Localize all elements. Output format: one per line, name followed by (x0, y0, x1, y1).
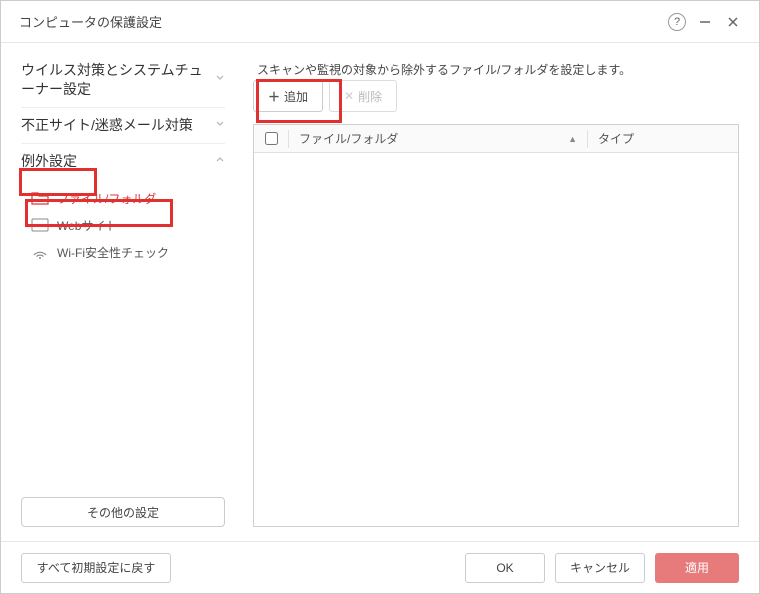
column-type-label: タイプ (598, 130, 634, 147)
chevron-down-icon (209, 73, 225, 86)
minimize-button[interactable] (691, 8, 719, 36)
sidebar-item-file-folder[interactable]: ファイル/フォルダ (21, 185, 225, 212)
svg-text:www: www (33, 223, 46, 229)
sidebar-item-label: Wi-Fi安全性チェック (57, 244, 169, 261)
body: ウイルス対策とシステムチューナー設定 不正サイト/迷惑メール対策 例外設定 (1, 43, 759, 541)
reset-defaults-label: すべて初期設定に戻す (37, 559, 156, 576)
sidebar-group-label: ウイルス対策とシステムチューナー設定 (21, 61, 209, 99)
titlebar: コンピュータの保護設定 ? (1, 1, 759, 43)
sidebar-item-website[interactable]: www Webサイト (21, 212, 225, 239)
other-settings-button[interactable]: その他の設定 (21, 497, 225, 527)
sidebar-item-label: ファイル/フォルダ (57, 190, 156, 207)
help-button[interactable]: ? (663, 8, 691, 36)
toolbar: ＋ 追加 ✕ 削除 (253, 80, 739, 112)
table-body (254, 153, 738, 526)
wifi-icon (31, 245, 49, 259)
folder-icon (31, 191, 49, 205)
x-icon: ✕ (344, 89, 354, 103)
sidebar-group-label: 不正サイト/迷惑メール対策 (21, 116, 209, 135)
column-file-label: ファイル/フォルダ (299, 130, 398, 147)
chevron-up-icon (209, 155, 225, 168)
sidebar-subitems: ファイル/フォルダ www Webサイト Wi-Fi安全性チェック (21, 179, 225, 270)
main-panel: スキャンや監視の対象から除外するファイル/フォルダを設定します。 ＋ 追加 ✕ … (253, 61, 739, 527)
sidebar-group-label: 例外設定 (21, 152, 209, 171)
exclusion-table: ファイル/フォルダ ▲ タイプ (253, 124, 739, 527)
add-button[interactable]: ＋ 追加 (253, 80, 323, 112)
sidebar-item-label: Webサイト (57, 217, 117, 234)
sidebar-group-antivirus[interactable]: ウイルス対策とシステムチューナー設定 (21, 61, 225, 108)
close-button[interactable] (719, 8, 747, 36)
table-header: ファイル/フォルダ ▲ タイプ (254, 125, 738, 153)
window-title: コンピュータの保護設定 (19, 12, 663, 31)
apply-button[interactable]: 適用 (655, 553, 739, 583)
other-settings-label: その他の設定 (87, 504, 159, 521)
sidebar-group-exceptions[interactable]: 例外設定 (21, 144, 225, 179)
select-all-checkbox[interactable] (265, 132, 278, 145)
delete-button: ✕ 削除 (329, 80, 397, 112)
sidebar: ウイルス対策とシステムチューナー設定 不正サイト/迷惑メール対策 例外設定 (21, 61, 225, 527)
footer: すべて初期設定に戻す OK キャンセル 適用 (1, 541, 759, 593)
reset-defaults-button[interactable]: すべて初期設定に戻す (21, 553, 171, 583)
ok-button[interactable]: OK (465, 553, 545, 583)
cancel-button[interactable]: キャンセル (555, 553, 645, 583)
window: コンピュータの保護設定 ? ウイルス対策とシステムチューナー設定 不正サイト/迷… (0, 0, 760, 594)
help-icon: ? (668, 13, 686, 31)
ok-label: OK (496, 561, 513, 575)
sidebar-item-wifi[interactable]: Wi-Fi安全性チェック (21, 239, 225, 266)
sidebar-group-websafe[interactable]: 不正サイト/迷惑メール対策 (21, 108, 225, 144)
www-icon: www (31, 218, 49, 232)
column-header-type[interactable]: タイプ (588, 130, 738, 147)
select-all-cell[interactable] (254, 132, 288, 145)
plus-icon: ＋ (268, 88, 280, 105)
sort-asc-icon: ▲ (568, 134, 577, 144)
apply-label: 適用 (685, 559, 709, 576)
add-button-label: 追加 (284, 88, 308, 105)
chevron-down-icon (209, 119, 225, 132)
description-text: スキャンや監視の対象から除外するファイル/フォルダを設定します。 (253, 61, 739, 78)
delete-button-label: 削除 (358, 88, 382, 105)
cancel-label: キャンセル (570, 559, 630, 576)
column-header-file[interactable]: ファイル/フォルダ ▲ (289, 130, 587, 147)
